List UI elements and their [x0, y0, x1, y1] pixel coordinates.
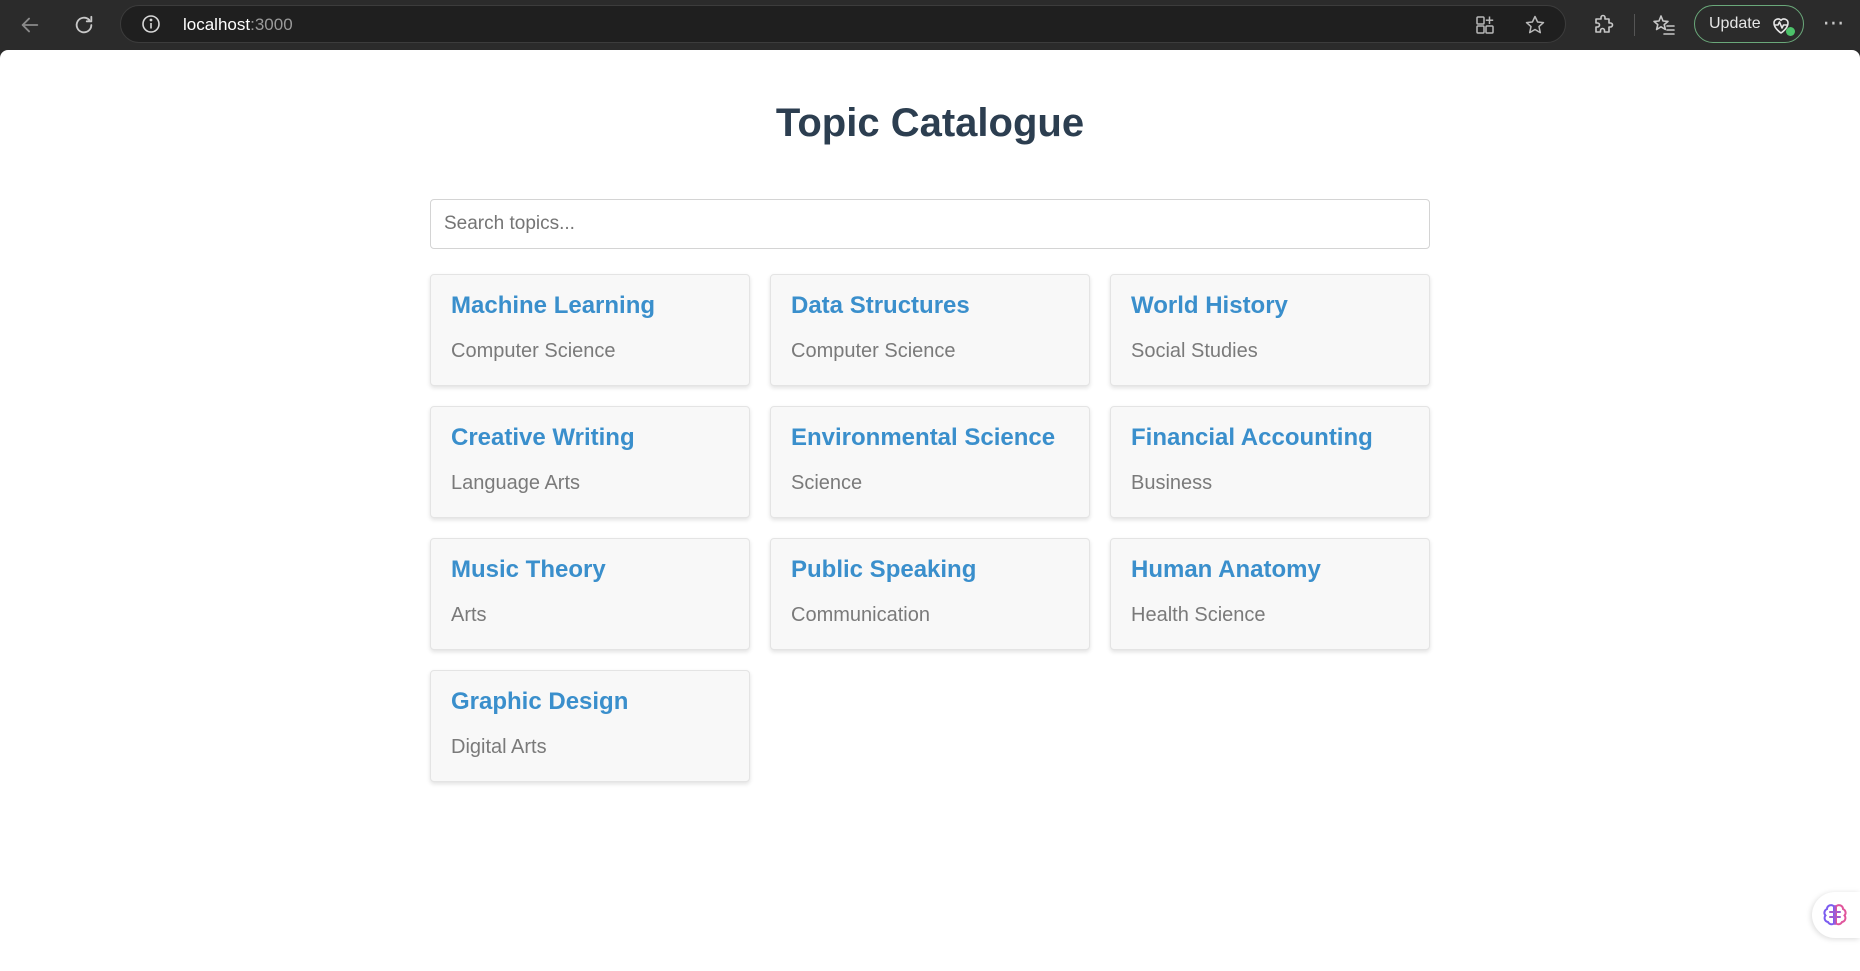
topic-category: Language Arts	[451, 472, 580, 494]
topic-card[interactable]: Graphic Design Digital Arts	[430, 670, 750, 782]
topic-title: Human Anatomy	[1131, 556, 1321, 583]
reload-button[interactable]	[68, 9, 100, 41]
search-input[interactable]	[430, 199, 1430, 249]
topic-category: Digital Arts	[451, 736, 547, 758]
toolbar-divider	[1634, 14, 1635, 36]
update-button[interactable]: Update	[1694, 5, 1804, 43]
topic-card[interactable]: Creative Writing Language Arts	[430, 406, 750, 518]
topic-category: Arts	[451, 604, 487, 626]
reload-icon	[75, 15, 93, 34]
assistant-button[interactable]	[1812, 892, 1860, 938]
topic-card[interactable]: Environmental Science Science	[770, 406, 1090, 518]
address-bar[interactable]: localhost:3000	[120, 5, 1566, 43]
topic-category: Social Studies	[1131, 340, 1258, 362]
topic-card[interactable]: Human Anatomy Health Science	[1110, 538, 1430, 650]
puzzle-icon[interactable]	[1592, 13, 1616, 37]
topic-title: Graphic Design	[451, 688, 629, 715]
topic-title: Public Speaking	[791, 556, 977, 583]
topic-title: Data Structures	[791, 292, 970, 319]
topic-title: World History	[1131, 292, 1288, 319]
topic-card[interactable]: Public Speaking Communication	[770, 538, 1090, 650]
topic-title: Environmental Science	[791, 424, 1056, 451]
topic-category: Science	[791, 472, 863, 494]
brain-icon	[1823, 904, 1847, 926]
update-status-dot	[1786, 27, 1795, 36]
topic-title: Creative Writing	[451, 424, 635, 451]
star-icon[interactable]	[1524, 14, 1546, 36]
arrow-left-icon	[21, 17, 39, 33]
topic-card[interactable]: Machine Learning Computer Science	[430, 274, 750, 386]
info-icon[interactable]	[141, 14, 161, 34]
topic-title: Machine Learning	[451, 292, 656, 319]
page-viewport: Topic Catalogue Machine Learning Compute…	[0, 50, 1860, 971]
topic-grid: Machine Learning Computer Science Data S…	[430, 274, 1430, 782]
topic-card[interactable]: Data Structures Computer Science	[770, 274, 1090, 386]
topic-card[interactable]: Financial Accounting Business	[1110, 406, 1430, 518]
topic-card[interactable]: World History Social Studies	[1110, 274, 1430, 386]
browser-toolbar: localhost:3000 Update ⋯	[0, 0, 1860, 50]
back-button[interactable]	[14, 9, 46, 41]
topic-title: Financial Accounting	[1131, 424, 1373, 451]
page-title: Topic Catalogue	[775, 101, 1085, 145]
topic-title: Music Theory	[451, 556, 606, 583]
app-grid-icon[interactable]	[1474, 14, 1496, 36]
topic-category: Computer Science	[451, 340, 616, 362]
update-label: Update	[1709, 15, 1761, 32]
url-host: localhost	[183, 15, 251, 34]
topic-category: Health Science	[1131, 604, 1266, 626]
favorites-list-icon[interactable]	[1652, 13, 1676, 37]
more-horizontal-icon[interactable]: ⋯	[1820, 12, 1848, 36]
url-text[interactable]: localhost:3000	[183, 16, 293, 34]
url-port: :3000	[250, 15, 293, 34]
topic-category: Computer Science	[791, 340, 956, 362]
topic-category: Communication	[791, 604, 930, 626]
topic-category: Business	[1131, 472, 1213, 494]
topic-card[interactable]: Music Theory Arts	[430, 538, 750, 650]
